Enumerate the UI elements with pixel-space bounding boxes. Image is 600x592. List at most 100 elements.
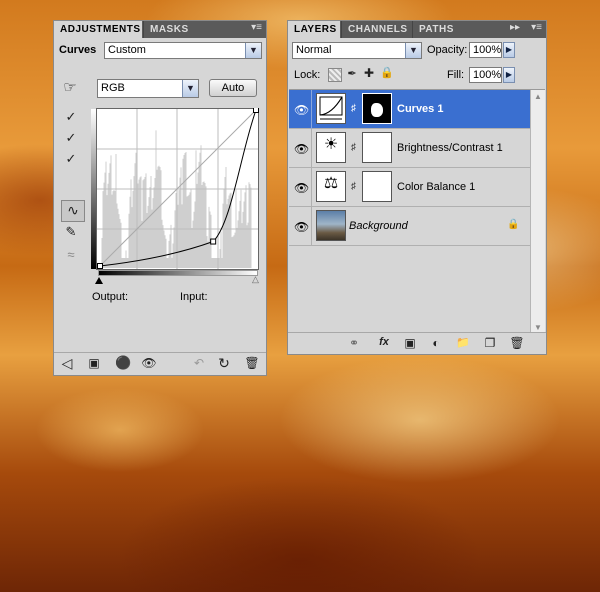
add-mask-icon[interactable]: ▣ (402, 336, 418, 350)
gray-eyedropper-icon[interactable]: ✓ (62, 130, 80, 146)
hand-adjust-icon[interactable]: ☞ (60, 78, 80, 96)
row-divider (311, 90, 312, 129)
layer-name[interactable]: Brightness/Contrast 1 (397, 142, 503, 154)
layers-bottom-bar: ⚭ fx ▣ ◐ 📁 ❐ 🗑 (288, 332, 546, 354)
layer-name[interactable]: Curves 1 (397, 103, 443, 115)
layer-row-color-balance-1[interactable]: 👁 ⚖ ♯ Color Balance 1 (289, 168, 530, 207)
adjustments-panel: ADJUSTMENTS MASKS ▾≡ Curves Custom ▼ ☞ ✓… (53, 20, 267, 376)
layer-name[interactable]: Color Balance 1 (397, 181, 475, 193)
layer-row-brightness-contrast-1[interactable]: 👁 ☀ ♯ Brightness/Contrast 1 (289, 129, 530, 168)
tab-layers[interactable]: LAYERS (288, 21, 340, 38)
mask-link-chain-icon[interactable]: ♯ (351, 142, 356, 153)
auto-button[interactable]: Auto (209, 79, 257, 97)
previous-state-icon[interactable]: ↶ (191, 356, 207, 370)
layer-mask-thumbnail[interactable] (362, 171, 392, 202)
adjustments-bottom-bar: ◁ ▣ ⚫ 👁 ↶ ↻ 🗑 (54, 352, 266, 375)
preset-dropdown[interactable]: Custom ▼ (104, 42, 262, 59)
preset-value: Custom (108, 44, 146, 56)
layer-locked-icon: 🔒 (507, 219, 520, 230)
fill-label: Fill: (447, 69, 465, 81)
scroll-up-icon[interactable]: ▲ (531, 90, 545, 104)
opacity-label: Opacity: (427, 44, 468, 56)
layer-visibility-eye-icon[interactable]: 👁 (294, 181, 309, 195)
input-label: Input: (180, 291, 208, 303)
row-divider (311, 168, 312, 207)
curve-edit-points-icon[interactable]: ∿ (61, 200, 85, 222)
sun-icon: ☀ (323, 136, 339, 153)
black-point-slider[interactable] (95, 277, 103, 284)
mask-link-chain-icon[interactable]: ♯ (351, 181, 356, 192)
smooth-curve-icon[interactable]: ≈ (62, 247, 80, 262)
fill-field[interactable]: 100% (469, 67, 502, 83)
lock-position-move-icon[interactable]: ✚ (362, 66, 376, 80)
panel-menu-icon[interactable]: ▾≡ (251, 22, 262, 33)
adjustment-type-label: Curves (59, 44, 97, 56)
layer-style-fx-icon[interactable]: fx (374, 336, 394, 348)
chevron-down-icon: ▼ (405, 43, 421, 58)
layer-mask-thumbnail[interactable] (362, 132, 392, 163)
lock-label: Lock: (294, 69, 321, 81)
layer-visibility-eye-icon[interactable]: 👁 (294, 142, 309, 156)
curve-control-point[interactable] (253, 108, 259, 113)
tab-masks[interactable]: MASKS (143, 21, 193, 38)
white-point-slider[interactable]: △ (252, 275, 260, 284)
tab-paths[interactable]: PATHS (412, 21, 458, 38)
adjustment-layer-icon[interactable]: ◐ (428, 336, 444, 350)
chevron-down-icon: ▼ (182, 80, 198, 97)
layers-panel: LAYERS CHANNELS PATHS ▸▸ ▾≡ Normal ▼ Opa… (287, 20, 547, 355)
expand-view-icon[interactable]: ▣ (86, 356, 102, 370)
lock-image-brush-icon[interactable]: ✒ (345, 67, 359, 80)
panel-collapse-icon[interactable]: ▸▸ (510, 22, 520, 33)
mask-link-chain-icon[interactable]: ♯ (351, 103, 356, 114)
clip-to-layer-icon[interactable]: ⚫ (115, 355, 131, 371)
opacity-slider-arrow-icon[interactable]: ▶ (503, 42, 515, 58)
trash-icon[interactable]: 🗑 (244, 356, 260, 370)
reset-icon[interactable]: ↻ (216, 355, 232, 372)
pencil-draw-icon[interactable]: ✎ (62, 224, 80, 240)
layer-visibility-eye-icon[interactable]: 👁 (294, 220, 309, 234)
row-divider (311, 129, 312, 168)
mask-white-shape (371, 103, 383, 117)
blend-mode-value: Normal (296, 44, 332, 56)
back-arrow-icon[interactable]: ◁ (59, 355, 75, 372)
new-group-folder-icon[interactable]: 📁 (455, 336, 471, 349)
layer-row-curves-1[interactable]: 👁 ♯ Curves 1 (289, 90, 530, 129)
channel-dropdown[interactable]: RGB ▼ (97, 79, 199, 98)
curves-graph[interactable] (96, 108, 259, 270)
row-divider (311, 207, 312, 246)
curves-adjustment-thumbnail[interactable] (316, 93, 346, 124)
layers-scrollbar[interactable]: ▲ ▼ (530, 90, 545, 335)
curve-control-point[interactable] (97, 263, 103, 269)
layers-tab-bar: LAYERS CHANNELS PATHS ▸▸ ▾≡ (288, 21, 546, 38)
layer-name[interactable]: Background (349, 220, 408, 232)
fill-slider-arrow-icon[interactable]: ▶ (503, 67, 515, 83)
brightness-contrast-thumbnail[interactable]: ☀ (316, 132, 346, 163)
trash-icon[interactable]: 🗑 (509, 336, 525, 350)
adjustments-tab-bar: ADJUSTMENTS MASKS ▾≡ (54, 21, 266, 38)
color-balance-thumbnail[interactable]: ⚖ (316, 171, 346, 202)
input-gradient-bar (98, 270, 258, 276)
new-layer-icon[interactable]: ❐ (482, 336, 498, 350)
link-layers-icon[interactable]: ⚭ (345, 336, 363, 350)
white-eyedropper-icon[interactable]: ✓ (62, 151, 80, 167)
background-image-thumbnail[interactable] (316, 210, 346, 241)
black-eyedropper-icon[interactable]: ✓ (62, 109, 80, 125)
chevron-down-icon: ▼ (245, 43, 261, 58)
lock-all-icon[interactable]: 🔒 (380, 66, 394, 79)
tab-channels[interactable]: CHANNELS (341, 21, 411, 38)
curves-icon (319, 96, 343, 120)
curve-control-point[interactable] (210, 238, 217, 245)
visibility-eye-icon[interactable]: 👁 (141, 356, 157, 370)
layers-list: ▲ ▼ 👁 ♯ Curves 1 👁 ☀ ♯ Brightness/Contra… (289, 89, 545, 335)
balance-scale-icon: ⚖ (323, 175, 339, 192)
layer-row-background[interactable]: 👁 Background 🔒 (289, 207, 530, 246)
layer-visibility-eye-icon[interactable]: 👁 (294, 103, 309, 117)
opacity-field[interactable]: 100% (469, 42, 502, 58)
channel-value: RGB (101, 82, 125, 94)
tab-adjustments[interactable]: ADJUSTMENTS (54, 21, 142, 38)
lock-transparency-icon[interactable] (328, 68, 342, 82)
output-label: Output: (92, 291, 129, 303)
blend-mode-dropdown[interactable]: Normal ▼ (292, 42, 422, 59)
panel-menu-icon[interactable]: ▾≡ (531, 22, 542, 33)
layer-mask-thumbnail[interactable] (362, 93, 392, 124)
